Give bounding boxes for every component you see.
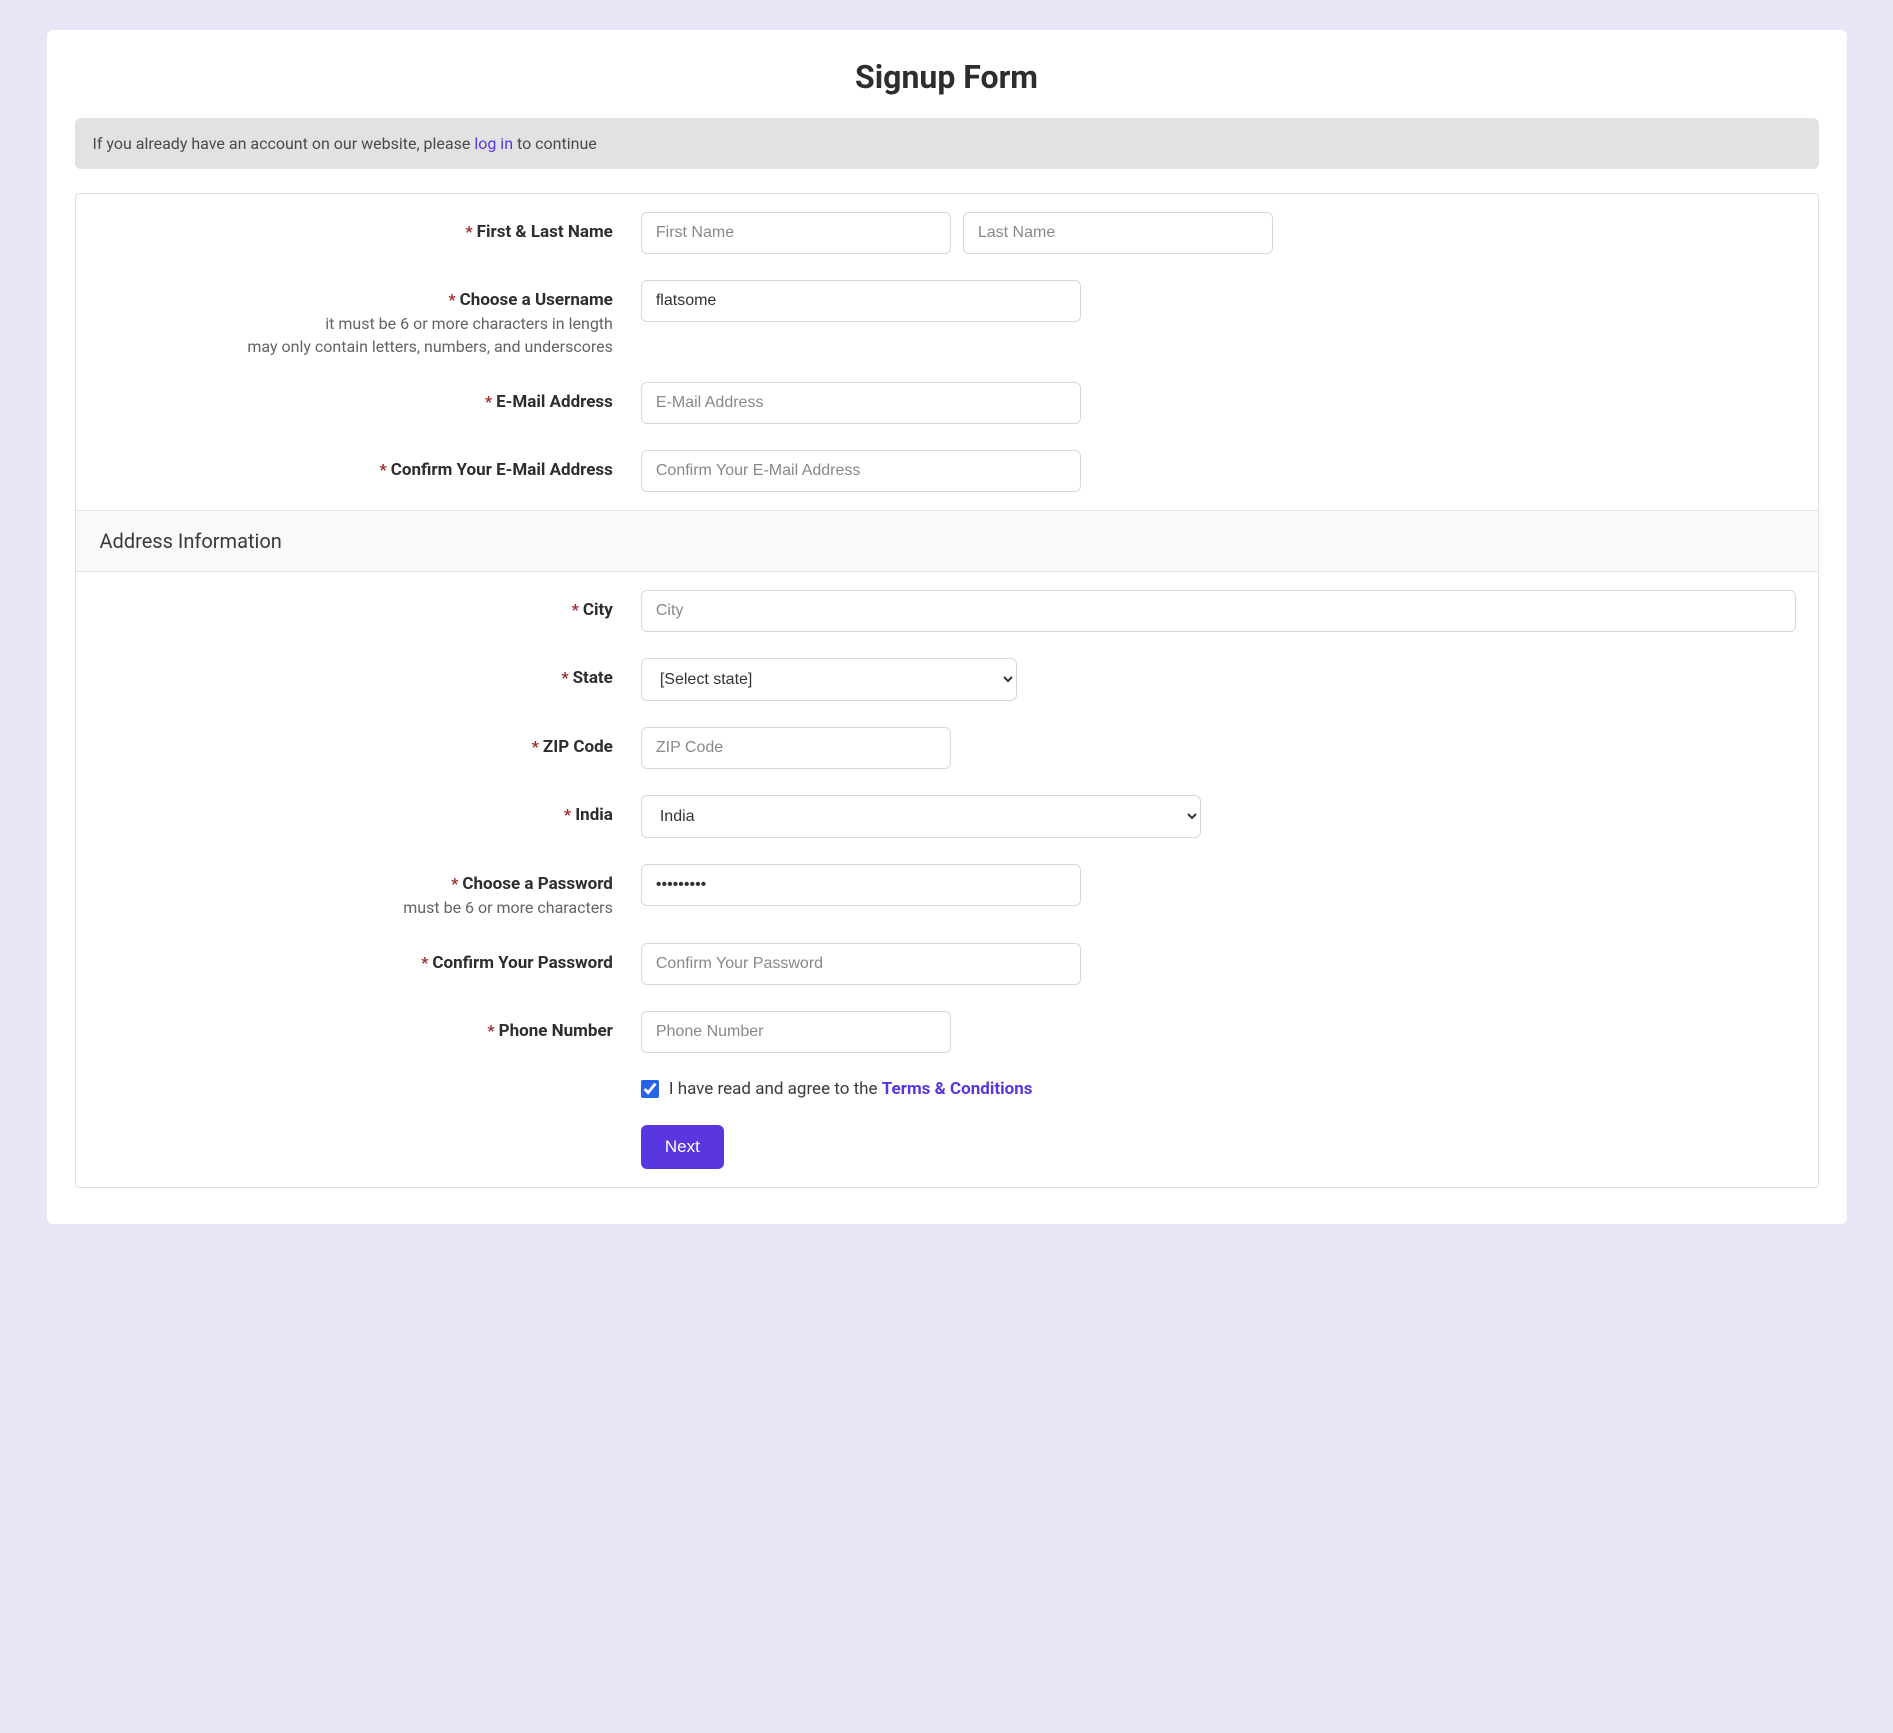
- label-phone: * Phone Number: [98, 1011, 641, 1041]
- label-city: *City: [98, 590, 641, 620]
- row-password: *Choose a Password must be 6 or more cha…: [76, 856, 1818, 935]
- input-col-password-confirm: [641, 943, 1796, 985]
- form-panel: * First & Last Name * Choose a Username it…: [75, 193, 1819, 1188]
- username-input[interactable]: [641, 280, 1081, 322]
- email-confirm-label: Confirm Your E-Mail Address: [391, 460, 613, 480]
- row-phone: * Phone Number: [76, 1003, 1818, 1071]
- first-name-input[interactable]: [641, 212, 951, 254]
- required-marker: *: [448, 290, 455, 309]
- row-state: * State [Select state]: [76, 650, 1818, 719]
- phone-input[interactable]: [641, 1011, 951, 1053]
- password-confirm-input[interactable]: [641, 943, 1081, 985]
- label-terms-spacer: [98, 1079, 641, 1089]
- signup-container: Signup Form If you already have an accou…: [47, 30, 1847, 1224]
- row-submit: Next: [76, 1117, 1818, 1187]
- terms-link[interactable]: Terms & Conditions: [882, 1079, 1033, 1099]
- email-input[interactable]: [641, 382, 1081, 424]
- row-email-confirm: *Confirm Your E-Mail Address: [76, 442, 1818, 510]
- phone-label: Phone Number: [499, 1021, 613, 1041]
- input-col-submit: Next: [641, 1125, 1796, 1169]
- required-marker: *: [561, 668, 568, 687]
- password-label: Choose a Password: [462, 874, 612, 894]
- row-terms: I have read and agree to the Terms & Con…: [76, 1071, 1818, 1117]
- required-marker: *: [485, 392, 492, 411]
- label-submit-spacer: [98, 1125, 641, 1135]
- input-col-city: [641, 590, 1796, 632]
- input-col-name: [641, 212, 1796, 254]
- row-password-confirm: *Confirm Your Password: [76, 935, 1818, 1003]
- label-zip: *ZIP Code: [98, 727, 641, 757]
- required-marker: *: [380, 460, 387, 479]
- label-username: * Choose a Username it must be 6 or more …: [98, 280, 641, 356]
- input-col-terms: I have read and agree to the Terms & Con…: [641, 1079, 1796, 1099]
- terms-text-before: I have read and agree to the: [669, 1079, 882, 1099]
- input-col-country: India: [641, 795, 1796, 838]
- row-zip: *ZIP Code: [76, 719, 1818, 787]
- address-section-header: Address Information: [76, 510, 1818, 572]
- label-country: *India: [98, 795, 641, 825]
- last-name-input[interactable]: [963, 212, 1273, 254]
- banner-text-before: If you already have an account on our we…: [93, 134, 475, 153]
- input-col-email: [641, 382, 1796, 424]
- city-input[interactable]: [641, 590, 1796, 632]
- country-select[interactable]: India: [641, 795, 1201, 838]
- input-col-username: [641, 280, 1796, 322]
- row-username: * Choose a Username it must be 6 or more …: [76, 272, 1818, 374]
- email-label: E-Mail Address: [496, 392, 613, 412]
- label-password-confirm: *Confirm Your Password: [98, 943, 641, 973]
- terms-checkbox-wrap[interactable]: I have read and agree to the Terms & Con…: [641, 1079, 1033, 1099]
- page-title: Signup Form: [75, 58, 1819, 96]
- banner-text-after: to continue: [513, 134, 597, 153]
- username-hint1: it must be 6 or more characters in lengt…: [98, 314, 613, 333]
- required-marker: *: [572, 600, 579, 619]
- password-confirm-label: Confirm Your Password: [432, 953, 613, 973]
- city-label: City: [583, 600, 613, 620]
- username-label: Choose a Username: [460, 290, 613, 310]
- label-email: *E-Mail Address: [98, 382, 641, 412]
- input-col-email-confirm: [641, 450, 1796, 492]
- login-banner: If you already have an account on our we…: [75, 118, 1819, 169]
- zip-input[interactable]: [641, 727, 951, 769]
- label-password: *Choose a Password must be 6 or more cha…: [98, 864, 641, 917]
- email-confirm-input[interactable]: [641, 450, 1081, 492]
- label-name: * First & Last Name: [98, 212, 641, 242]
- row-city: *City: [76, 572, 1818, 650]
- input-col-phone: [641, 1011, 1796, 1053]
- password-input[interactable]: [641, 864, 1081, 906]
- required-marker: *: [532, 737, 539, 756]
- next-button[interactable]: Next: [641, 1125, 724, 1169]
- label-state: * State: [98, 658, 641, 688]
- terms-checkbox[interactable]: [641, 1080, 659, 1098]
- username-hint2: may only contain letters, numbers, and u…: [98, 337, 613, 356]
- login-link[interactable]: log in: [474, 134, 513, 153]
- input-col-zip: [641, 727, 1796, 769]
- input-col-password: [641, 864, 1796, 906]
- row-name: * First & Last Name: [76, 194, 1818, 272]
- required-marker: *: [421, 953, 428, 972]
- password-hint: must be 6 or more characters: [98, 898, 613, 917]
- input-col-state: [Select state]: [641, 658, 1796, 701]
- required-marker: *: [564, 805, 571, 824]
- label-email-confirm: *Confirm Your E-Mail Address: [98, 450, 641, 480]
- required-marker: *: [451, 874, 458, 893]
- row-country: *India India: [76, 787, 1818, 856]
- required-marker: *: [487, 1021, 494, 1040]
- state-select[interactable]: [Select state]: [641, 658, 1017, 701]
- name-label: First & Last Name: [477, 222, 613, 242]
- required-marker: *: [465, 222, 472, 241]
- terms-text-wrap: I have read and agree to the Terms & Con…: [669, 1079, 1033, 1099]
- zip-label: ZIP Code: [543, 737, 613, 757]
- country-label: India: [575, 805, 613, 825]
- state-label: State: [573, 668, 613, 688]
- row-email: *E-Mail Address: [76, 374, 1818, 442]
